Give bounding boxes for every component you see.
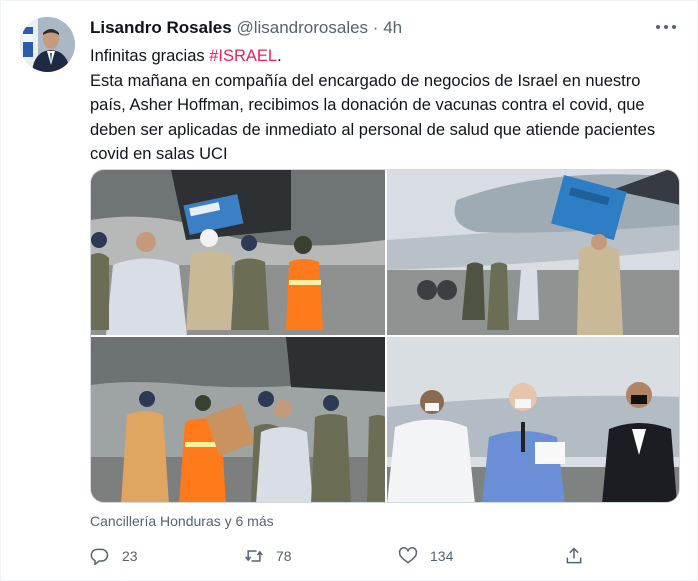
header-separator: · bbox=[372, 18, 379, 37]
tweet-text-body: Esta mañana en compañía del encargado de… bbox=[90, 71, 656, 164]
tweet-text: Infinitas gracias #ISRAEL. Esta mañana e… bbox=[90, 44, 680, 167]
tweet-timestamp[interactable]: 4h bbox=[383, 18, 402, 37]
media-grid bbox=[90, 169, 680, 503]
tweet-text-prefix: Infinitas gracias bbox=[90, 47, 210, 65]
retweet-button[interactable]: 78 bbox=[244, 541, 292, 571]
reply-icon bbox=[90, 548, 109, 566]
share-button[interactable] bbox=[564, 541, 584, 571]
reply-count: 23 bbox=[122, 548, 138, 564]
photo-3[interactable] bbox=[91, 337, 385, 502]
photo-2[interactable] bbox=[387, 170, 679, 335]
tweet-card[interactable]: Lisandro Rosales @lisandrorosales · 4h I… bbox=[0, 0, 698, 581]
tweet-actions: 23 78 134 bbox=[90, 541, 680, 571]
more-icon[interactable] bbox=[655, 17, 677, 39]
avatar-photo bbox=[20, 17, 75, 72]
retweet-icon bbox=[245, 550, 263, 562]
author-name[interactable]: Lisandro Rosales bbox=[90, 18, 232, 37]
like-button[interactable]: 134 bbox=[398, 541, 453, 571]
retweet-count: 78 bbox=[276, 548, 292, 564]
author-handle[interactable]: @lisandrorosales bbox=[236, 18, 368, 37]
hashtag-link[interactable]: #ISRAEL bbox=[209, 47, 277, 65]
like-count: 134 bbox=[430, 548, 454, 564]
reply-button[interactable]: 23 bbox=[90, 541, 138, 571]
share-icon bbox=[566, 547, 582, 564]
heart-icon bbox=[398, 547, 418, 564]
tweet-text-suffix: . bbox=[277, 47, 282, 65]
tweet-header: Lisandro Rosales @lisandrorosales · 4h bbox=[90, 18, 402, 38]
photo-4[interactable] bbox=[387, 337, 679, 502]
photo-1[interactable] bbox=[91, 170, 385, 335]
avatar[interactable] bbox=[20, 17, 75, 72]
tagged-users-link[interactable]: Cancillería Honduras y 6 más bbox=[90, 513, 274, 529]
tweet-text-line1: Infinitas gracias #ISRAEL. bbox=[90, 44, 680, 69]
